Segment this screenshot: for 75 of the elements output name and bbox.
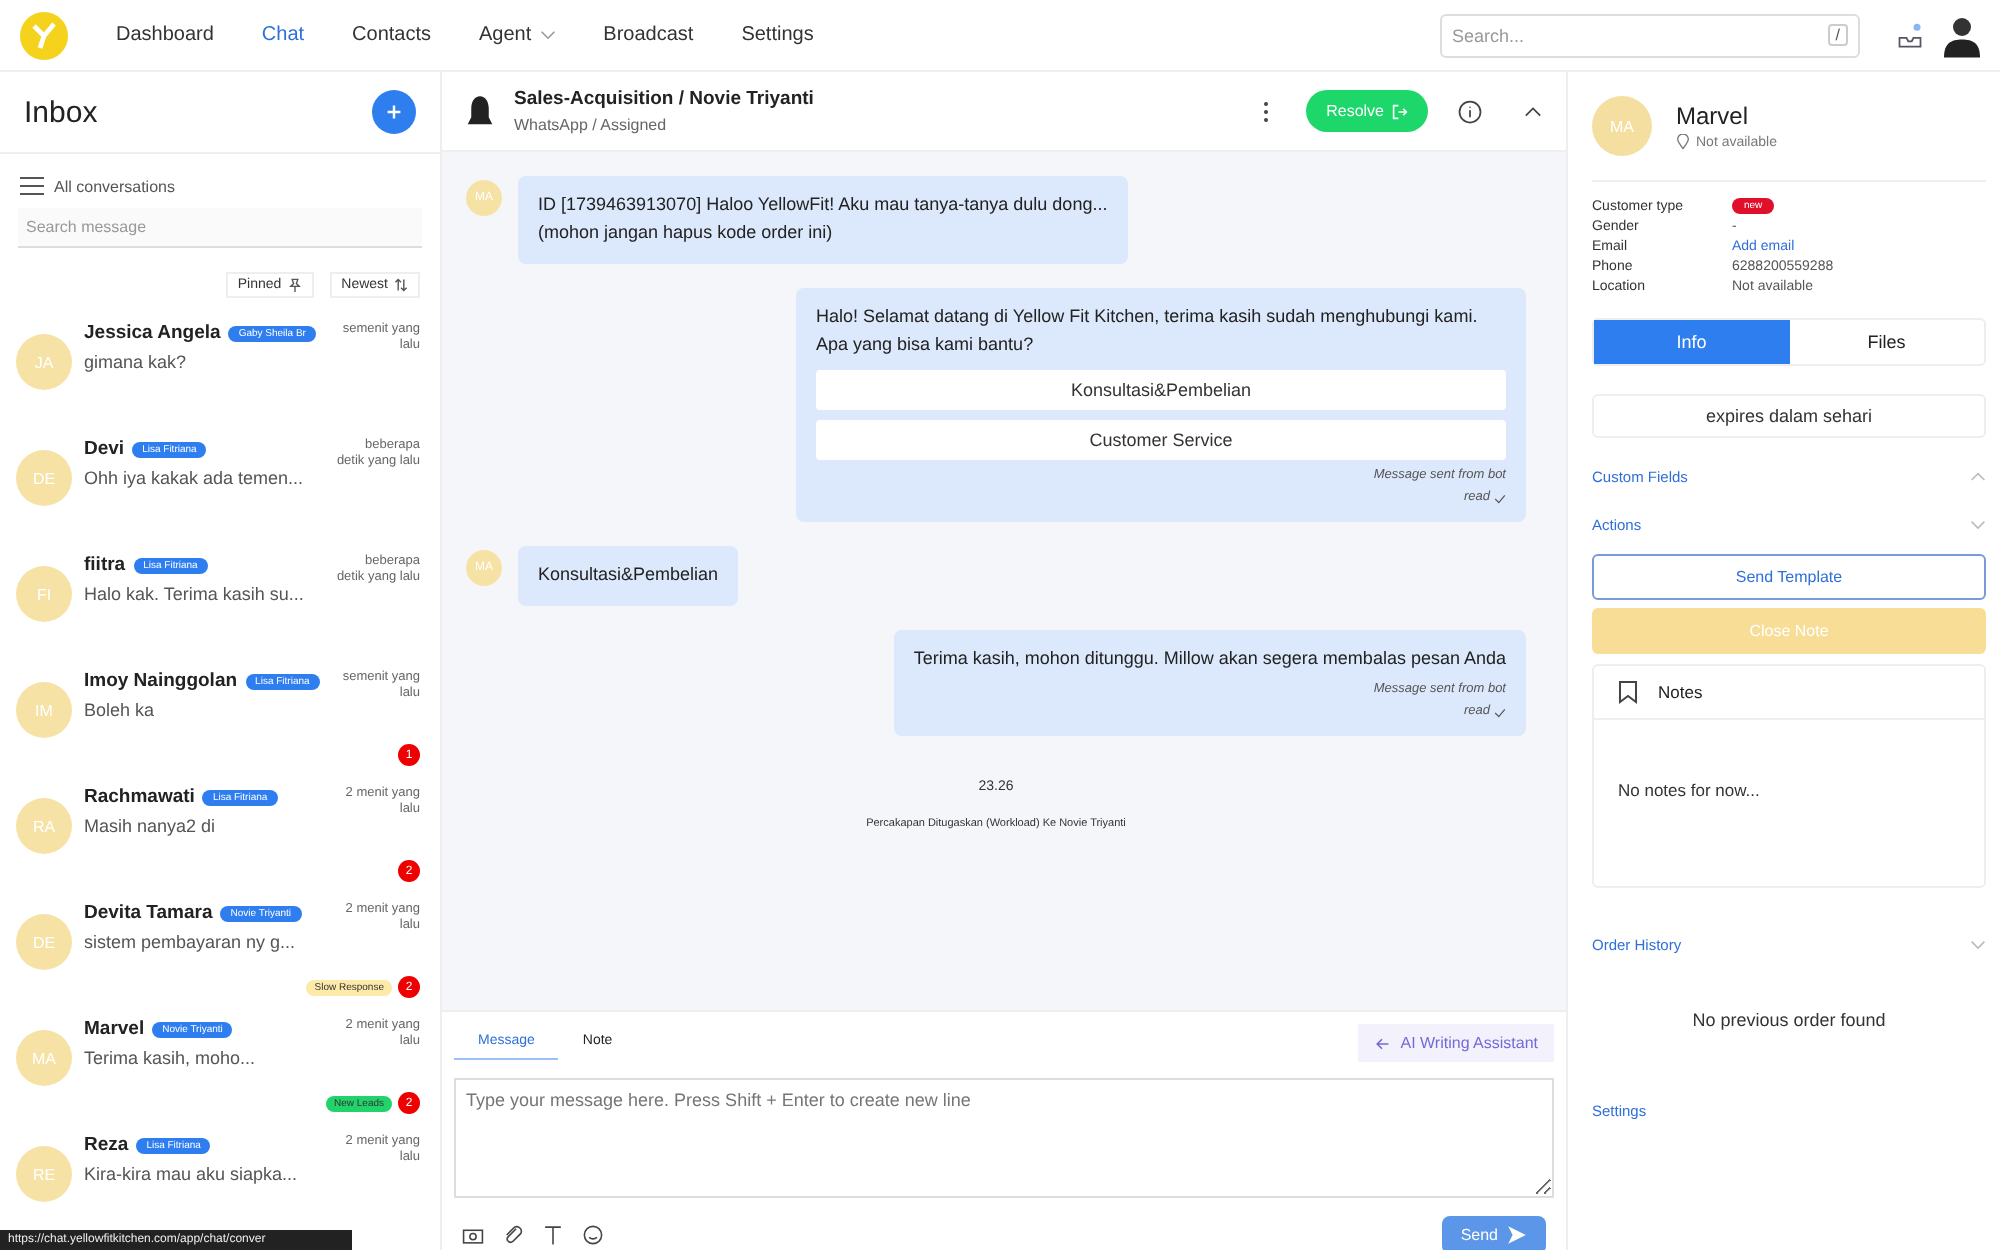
avatar: RA <box>16 798 72 854</box>
expiry-label: expires dalam sehari <box>1592 394 1986 438</box>
contact-name: Marvel <box>84 1018 145 1040</box>
text-format-icon[interactable] <box>542 1224 564 1246</box>
check-icon <box>1494 707 1506 718</box>
bell-icon <box>466 93 494 129</box>
contact-name: Jessica Angela <box>84 322 221 344</box>
location-pin-icon <box>1676 134 1690 150</box>
menu-icon[interactable] <box>20 176 44 196</box>
contact-name: Marvel <box>1676 102 1751 130</box>
logo-icon <box>20 11 68 59</box>
contact-name: Devi <box>84 438 125 460</box>
camera-icon[interactable] <box>462 1224 484 1246</box>
reply-option-button[interactable]: Customer Service <box>816 419 1506 460</box>
panel-tab[interactable]: Info <box>1594 320 1789 364</box>
nav-link[interactable]: Dashboard <box>116 24 214 46</box>
message-bubble: Konsultasi&Pembelian <box>518 545 739 606</box>
bookmark-icon <box>1618 680 1638 704</box>
send-icon <box>1506 1224 1528 1246</box>
message-preview: Kira-kira mau aku siapka... <box>84 1164 300 1184</box>
contact-name: Devita Tamara <box>84 902 213 924</box>
contact-name: Imoy Nainggolan <box>84 670 238 692</box>
avatar: MA <box>16 1030 72 1086</box>
nav-link[interactable]: Agent <box>479 24 556 46</box>
message-preview: Ohh iya kakak ada temen... <box>84 468 306 488</box>
message-preview: Boleh ka <box>84 700 157 720</box>
avatar: IM <box>16 682 72 738</box>
filter-label[interactable]: All conversations <box>54 177 175 195</box>
nav-link[interactable]: Chat <box>261 24 305 46</box>
message-text: Terima kasih, mohon ditunggu. Millow akan segera membalas pesan Anda <box>913 645 1506 672</box>
nav-link[interactable]: Contacts <box>352 24 432 46</box>
nav-link[interactable]: Settings <box>741 24 814 46</box>
empty-orders-text: No previous order found <box>1690 1010 1888 1030</box>
avatar: RE <box>16 1146 72 1202</box>
message-bubble: ID [1739463913070] Haloo YellowFit! Aku mau tanya-tanya dulu dong... (mohon jangan hapus kode order ini) <box>518 176 1128 264</box>
message-preview: Halo kak. Terima kasih su... <box>84 584 306 604</box>
avatar: JA <box>16 334 72 390</box>
avatar: FI <box>16 566 72 622</box>
inbox-icon[interactable] <box>1896 21 1924 49</box>
shortcut-key: / <box>1827 24 1848 46</box>
send-template-button[interactable]: Send Template <box>1592 554 1986 600</box>
message-text: Halo! Selamat datang di Yellow Fit Kitchen, terima kasih sudah menghubungi kami. Apa yang bisa kami bantu? <box>816 303 1480 358</box>
notes-title: Notes <box>1658 682 1703 702</box>
inbox-title: Inbox <box>24 95 98 129</box>
message-preview: sistem pembayaran ny g... <box>84 932 298 952</box>
panel-tab[interactable]: Files <box>1789 320 1984 364</box>
user-avatar[interactable] <box>1944 13 1980 57</box>
message-preview: gimana kak? <box>84 352 189 372</box>
plus-icon <box>386 104 402 120</box>
paperclip-icon[interactable] <box>502 1224 524 1246</box>
contact-name: fiitra <box>84 554 126 576</box>
check-icon <box>1494 494 1506 504</box>
ai-assistant-button[interactable]: AI Writing Assistant <box>1358 1024 1554 1062</box>
avatar: DE <box>16 450 72 506</box>
avatar: MA <box>1592 96 1652 156</box>
exit-icon <box>1392 103 1408 119</box>
contact-name: Reza <box>84 1134 129 1156</box>
reply-option-button[interactable]: Konsultasi&Pembelian <box>816 369 1506 410</box>
message-input[interactable]: Type your message here. Press Shift + Enter to create new line <box>454 1078 1554 1198</box>
nav-link[interactable]: Broadcast <box>603 24 694 46</box>
info-icon[interactable] <box>1456 97 1484 125</box>
search-field[interactable]: Search... / <box>1440 13 1860 57</box>
chat-subtitle: WhatsApp / Assigned <box>514 116 669 134</box>
contact-name: Rachmawati <box>84 786 195 808</box>
add-button[interactable] <box>372 90 416 134</box>
emoji-icon[interactable] <box>582 1224 604 1246</box>
chevron-up-icon[interactable] <box>1524 105 1542 117</box>
more-icon[interactable] <box>1262 99 1271 123</box>
pin-icon <box>287 278 302 292</box>
message-preview: Masih nanya2 di <box>84 816 218 836</box>
message-preview: Terima kasih, moho... <box>84 1048 258 1068</box>
empty-notes-text: No notes for now... <box>1616 778 1762 800</box>
avatar: DE <box>16 914 72 970</box>
sort-icon <box>394 278 408 292</box>
chat-title: Sales-Acquisition / Novie Triyanti <box>514 88 816 110</box>
